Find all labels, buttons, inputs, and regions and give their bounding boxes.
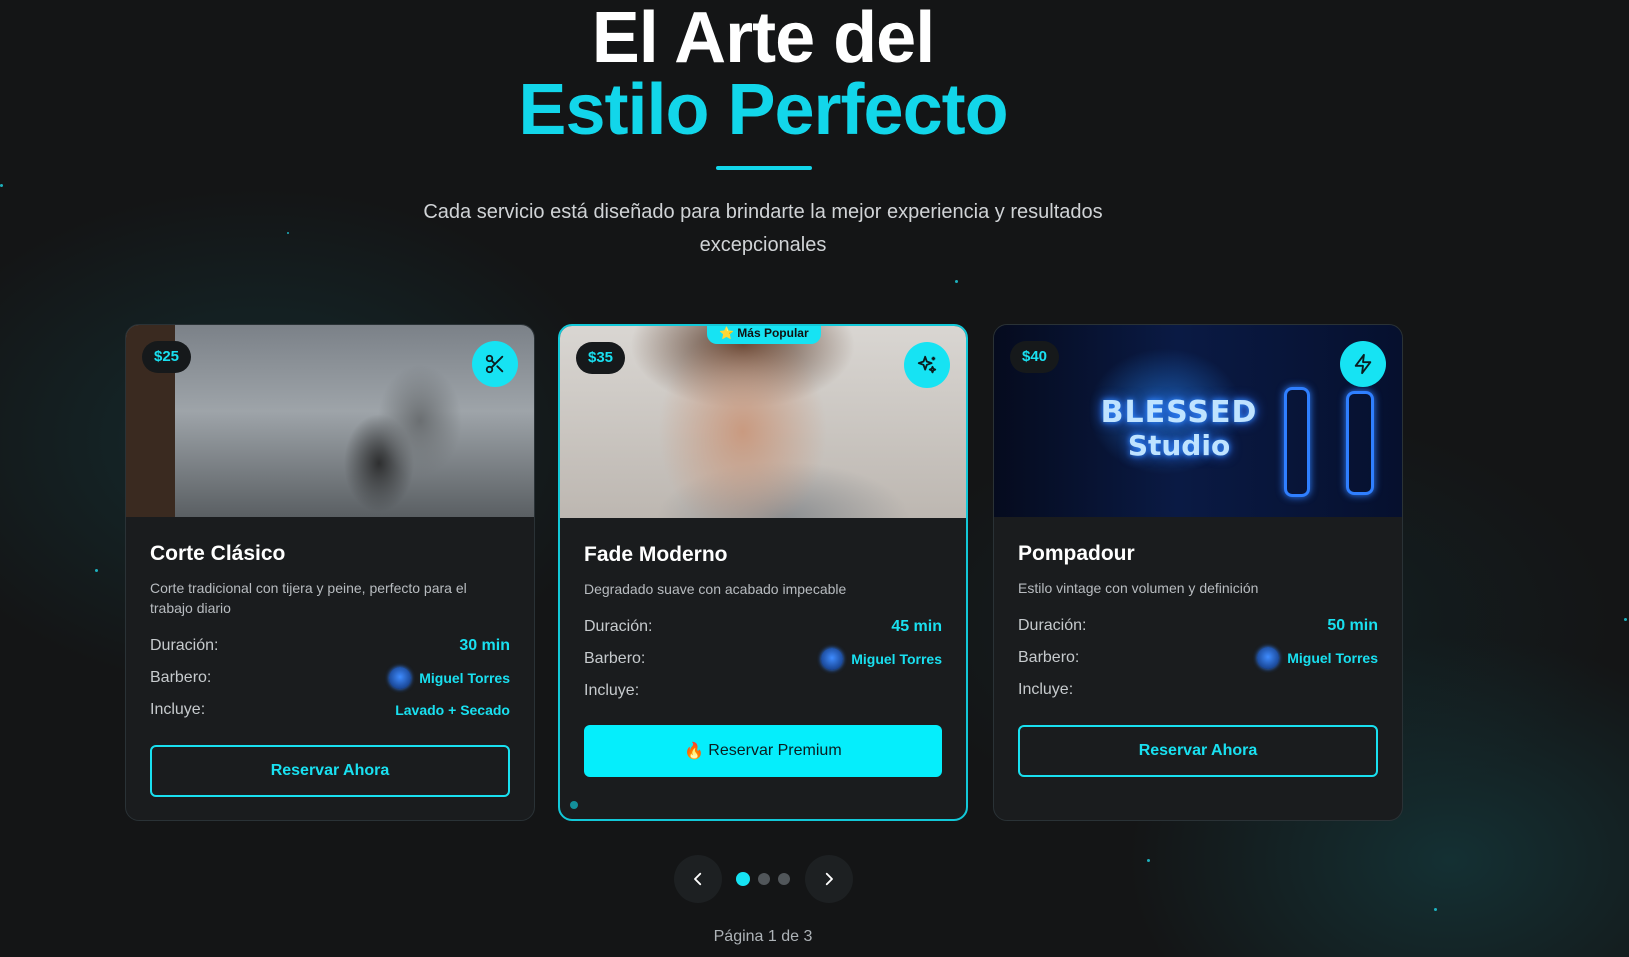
price-badge: $40 (1010, 341, 1060, 373)
includes-row: Incluye: Lavado + Secado (150, 694, 510, 726)
includes-label: Incluye: (150, 701, 206, 718)
duration-label: Duración: (1018, 617, 1087, 634)
barber-avatar (1257, 647, 1280, 669)
service-description: Corte tradicional con tijera y peine, pe… (150, 580, 467, 616)
sparkle-dot (955, 280, 958, 283)
includes-label: Incluye: (584, 682, 640, 699)
reserve-premium-button[interactable]: 🔥 Reservar Premium (584, 725, 942, 777)
barber-avatar (821, 648, 844, 670)
barber-label: Barbero: (1018, 649, 1080, 666)
duration-row: Duración: 50 min (1018, 610, 1378, 642)
indicator-dot (570, 801, 578, 809)
includes-row: Incluye: (1018, 674, 1378, 706)
neon-decoration (1284, 387, 1310, 497)
duration-label: Duración: (150, 637, 219, 654)
service-title: Pompadour (1018, 542, 1135, 565)
neon-sign-line1: BLESSED (1100, 395, 1258, 430)
chevron-right-icon (825, 872, 833, 886)
sparkle-dot (287, 232, 289, 234)
sparkle-dot (95, 569, 98, 572)
barber-name: Miguel Torres (419, 670, 510, 686)
barber-name: Miguel Torres (851, 651, 942, 667)
card-body: Pompadour Estilo vintage con volumen y d… (1018, 541, 1378, 706)
hero-subtitle: Cada servicio está diseñado para brindar… (423, 201, 1103, 256)
service-title: Corte Clásico (150, 542, 286, 565)
service-card-pompadour: BLESSED Studio $40 Pompadour Estilo vint… (993, 324, 1403, 821)
page-indicator: Página 1 de 3 (713, 928, 813, 945)
barber-label: Barbero: (584, 650, 646, 667)
includes-label: Incluye: (1018, 681, 1074, 698)
most-popular-badge: ⭐ Más Popular (707, 326, 821, 344)
duration-value: 45 min (891, 618, 942, 635)
chevron-left-icon (694, 872, 702, 886)
sparkle-dot (1434, 908, 1437, 911)
neon-sign-line2: Studio (1127, 429, 1231, 462)
sparkle-dot (0, 184, 3, 187)
service-card-corte-clasico: $25 Corte Clásico Corte tradicional con … (125, 324, 535, 821)
flame-icon: 🔥 (684, 743, 705, 760)
service-image: $35 (560, 326, 966, 518)
duration-value: 30 min (459, 637, 510, 654)
barber-row: Barbero: Miguel Torres (150, 662, 510, 694)
hero-title-line2: Estilo Perfecto (518, 70, 1008, 150)
barber-info: Miguel Torres (389, 667, 510, 689)
barber-name: Miguel Torres (1287, 650, 1378, 666)
barber-row: Barbero: Miguel Torres (584, 643, 942, 675)
price-badge: $25 (142, 341, 192, 373)
duration-value: 50 min (1327, 617, 1378, 634)
card-body: Corte Clásico Corte tradicional con tije… (150, 541, 510, 726)
neon-decoration (1346, 391, 1374, 495)
barber-info: Miguel Torres (821, 648, 942, 670)
card-body: Fade Moderno Degradado suave con acabado… (584, 542, 942, 707)
sparkles-icon (904, 342, 950, 388)
barber-row: Barbero: Miguel Torres (1018, 642, 1378, 674)
service-title: Fade Moderno (584, 543, 728, 566)
duration-label: Duración: (584, 618, 653, 635)
barber-label: Barbero: (150, 669, 212, 686)
price-badge: $35 (576, 342, 626, 374)
scissors-icon (472, 341, 518, 387)
next-button[interactable] (805, 855, 853, 903)
includes-value: Lavado + Secado (395, 702, 510, 718)
includes-row: Incluye: (584, 675, 942, 707)
duration-row: Duración: 30 min (150, 630, 510, 662)
barber-avatar (389, 667, 412, 689)
reserve-button[interactable]: Reservar Ahora (1018, 725, 1378, 777)
service-image: $25 (126, 325, 534, 517)
page-dot-1[interactable] (736, 872, 750, 886)
reserve-premium-label: Reservar Premium (708, 742, 842, 759)
page-dot-2[interactable] (758, 873, 770, 885)
service-description: Degradado suave con acabado impecable (584, 581, 847, 597)
duration-row: Duración: 45 min (584, 611, 942, 643)
hero-title-line1: El Arte del (591, 0, 935, 78)
service-card-fade-moderno: ⭐ Más Popular $35 Fade Moderno Degradado… (558, 324, 968, 821)
service-description: Estilo vintage con volumen y definición (1018, 580, 1259, 596)
page-dot-3[interactable] (778, 873, 790, 885)
service-image: BLESSED Studio $40 (994, 325, 1402, 517)
previous-button[interactable] (674, 855, 722, 903)
title-underline (716, 166, 812, 170)
lightning-icon (1340, 341, 1386, 387)
sparkle-dot (1624, 618, 1627, 621)
barber-info: Miguel Torres (1257, 647, 1378, 669)
sparkle-dot (1147, 859, 1150, 862)
reserve-button[interactable]: Reservar Ahora (150, 745, 510, 797)
